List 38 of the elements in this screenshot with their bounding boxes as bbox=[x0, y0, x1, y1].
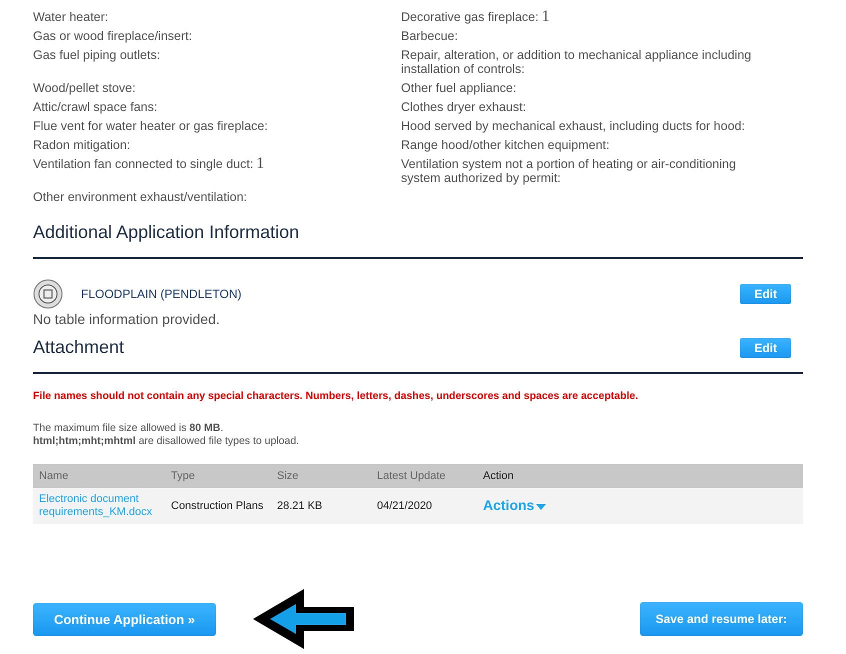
seal-icon bbox=[33, 279, 63, 309]
section-heading: Additional Application Information bbox=[33, 222, 300, 243]
actions-menu[interactable]: Actions bbox=[483, 496, 546, 512]
field-label: Other environment exhaust/ventilation: bbox=[33, 190, 248, 204]
column-header: Size bbox=[271, 464, 371, 488]
field-label: Attic/crawl space fans: bbox=[33, 100, 158, 114]
field-label: Decorative gas fireplace: 1 bbox=[401, 10, 551, 24]
column-header: Name bbox=[33, 464, 165, 488]
caret-icon bbox=[536, 504, 546, 510]
field-label: Radon mitigation: bbox=[33, 138, 132, 152]
column-header: Type bbox=[165, 464, 271, 488]
field-label: Flue vent for water heater or gas fireplace: bbox=[33, 119, 269, 133]
save-button[interactable]: Save and resume later: bbox=[640, 602, 803, 636]
table-cell: 28.21 KB bbox=[271, 488, 371, 524]
column-header: Action bbox=[477, 464, 803, 488]
table-cell: 04/21/2020 bbox=[371, 488, 477, 524]
empty-message: No table information provided. bbox=[33, 311, 220, 327]
field-label: Wood/pellet stove: bbox=[33, 81, 137, 95]
edit-button[interactable]: Edit bbox=[740, 338, 791, 358]
table-cell: Construction Plans bbox=[165, 488, 271, 524]
continue-button[interactable]: Continue Application » bbox=[33, 602, 216, 636]
field-label: Repair, alteration, or addition to mechanical appliance including installation of controls: bbox=[401, 48, 752, 76]
field-label: Gas fuel piping outlets: bbox=[33, 48, 162, 62]
field-label: Gas or wood fireplace/insert: bbox=[33, 29, 194, 43]
agency-name: FLOODPLAIN (PENDLETON) bbox=[81, 287, 242, 301]
section-heading: Attachment bbox=[33, 337, 124, 358]
upload-note: The maximum file size allowed is 80 MB. html;htm;mht;mhtml are disallowed file types to upload. bbox=[33, 422, 300, 448]
edit-button[interactable]: Edit bbox=[740, 284, 791, 304]
field-label: Range hood/other kitchen equipment: bbox=[401, 138, 610, 152]
field-label: Barbecue: bbox=[401, 29, 459, 43]
field-label: Ventilation fan connected to single duct: 1 bbox=[33, 157, 266, 171]
field-label: Ventilation system not a portion of heating or air-conditioning system authorized by permit: bbox=[401, 157, 737, 185]
field-label: Clothes dryer exhaust: bbox=[401, 100, 528, 114]
column-header: Latest Update bbox=[371, 464, 477, 488]
field-label: Hood served by mechanical exhaust, including ducts for hood: bbox=[401, 119, 746, 133]
field-label: Water heater: bbox=[33, 10, 110, 24]
field-label: Other fuel appliance: bbox=[401, 81, 518, 95]
warning-text: File names should not contain any special characters. Numbers, letters, dashes, underscores and spaces are acceptable. bbox=[33, 390, 640, 402]
